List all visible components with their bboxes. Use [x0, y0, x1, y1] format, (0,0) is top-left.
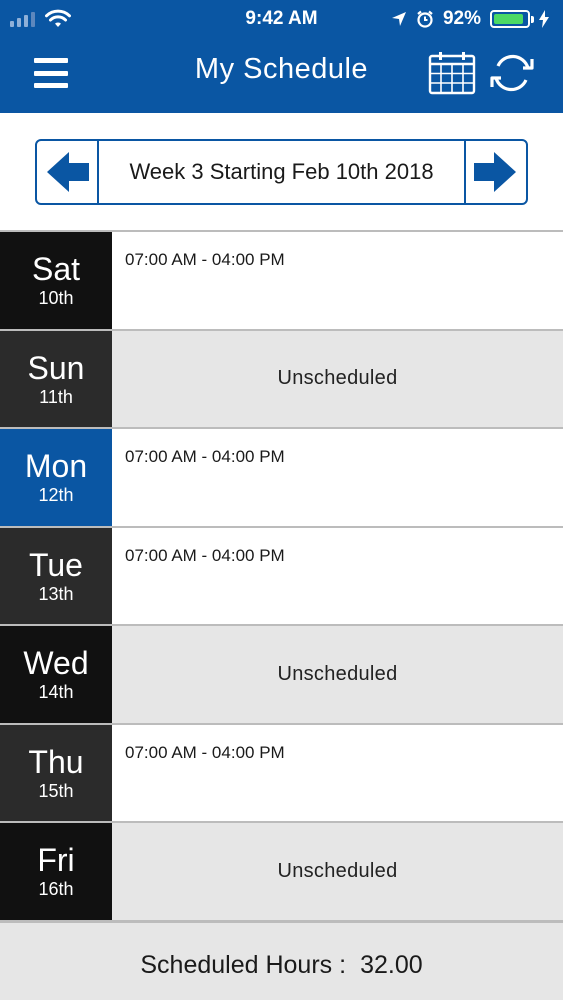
status-left: [10, 9, 190, 29]
refresh-icon[interactable]: [488, 51, 536, 95]
calendar-icon[interactable]: [428, 51, 476, 95]
previous-week-button[interactable]: [37, 140, 99, 203]
week-label: Week 3 Starting Feb 10th 2018: [129, 158, 434, 184]
day-date: 10th: [38, 288, 74, 309]
battery-percent: 92%: [442, 8, 481, 29]
day-row-mon[interactable]: Mon 12th 07:00 AM - 04:00 PM: [0, 429, 563, 528]
unscheduled-label: Unscheduled: [277, 662, 398, 685]
shift-cell: Unscheduled: [112, 330, 563, 427]
charging-bolt-icon: [539, 10, 549, 28]
app-header: My Schedule: [0, 38, 563, 113]
scheduled-hours-value: 32.00: [360, 950, 423, 979]
arrow-right-icon: [474, 151, 516, 192]
signal-icon: [10, 11, 35, 27]
day-name: Mon: [24, 448, 88, 485]
day-date: 11th: [39, 386, 73, 407]
shift-time: 07:00 AM - 04:00 PM: [125, 250, 285, 269]
wifi-icon: [45, 9, 71, 27]
day-name: Fri: [37, 842, 75, 879]
day-cell: Fri 16th: [0, 823, 112, 920]
shift-cell: 07:00 AM - 04:00 PM: [112, 527, 563, 624]
arrow-left-icon: [47, 151, 89, 192]
day-name: Sat: [31, 251, 81, 288]
shift-time: 07:00 AM - 04:00 PM: [125, 742, 285, 762]
scheduled-hours-footer: Scheduled Hours : 32.00: [0, 921, 563, 1000]
week-selector-bar: Week 3 Starting Feb 10th 2018: [0, 113, 563, 230]
unscheduled-label: Unscheduled: [277, 367, 398, 390]
shift-cell: Unscheduled: [112, 626, 563, 723]
shift-time: 07:00 AM - 04:00 PM: [125, 447, 285, 466]
day-row-thu[interactable]: Thu 15th 07:00 AM - 04:00 PM: [0, 724, 563, 823]
day-cell: Thu 15th: [0, 724, 112, 821]
day-date: 15th: [38, 780, 74, 801]
day-date: 13th: [38, 583, 74, 604]
shift-time: 07:00 AM - 04:00 PM: [125, 545, 285, 565]
day-name: Wed: [23, 645, 89, 682]
week-navigator: Week 3 Starting Feb 10th 2018: [35, 138, 528, 205]
day-date: 14th: [38, 682, 74, 703]
day-cell: Sat 10th: [0, 232, 112, 329]
day-name: Sun: [27, 349, 85, 386]
hamburger-menu-icon[interactable]: [34, 58, 68, 88]
battery-icon: [490, 10, 534, 28]
location-arrow-icon: [391, 12, 406, 26]
day-cell-today: Mon 12th: [0, 429, 112, 526]
status-right: 92%: [391, 8, 549, 30]
battery-fill: [494, 14, 524, 24]
scheduled-hours-label: Scheduled Hours :: [140, 950, 347, 979]
day-cell: Wed 14th: [0, 626, 112, 723]
day-row-sat[interactable]: Sat 10th 07:00 AM - 04:00 PM: [0, 232, 563, 331]
day-date: 16th: [38, 879, 74, 900]
day-row-fri[interactable]: Fri 16th Unscheduled: [0, 823, 563, 922]
day-date: 12th: [38, 485, 74, 506]
schedule-list: Sat 10th 07:00 AM - 04:00 PM Sun 11th Un…: [0, 230, 563, 922]
alarm-icon: [417, 10, 433, 28]
day-row-wed[interactable]: Wed 14th Unscheduled: [0, 626, 563, 725]
shift-cell: 07:00 AM - 04:00 PM: [112, 429, 563, 526]
shift-cell: 07:00 AM - 04:00 PM: [112, 232, 563, 329]
unscheduled-label: Unscheduled: [277, 859, 398, 882]
next-week-button[interactable]: [464, 140, 526, 203]
day-row-sun[interactable]: Sun 11th Unscheduled: [0, 330, 563, 429]
day-name: Thu: [28, 743, 84, 780]
shift-cell: 07:00 AM - 04:00 PM: [112, 724, 563, 821]
top-bar: 9:42 AM 92% My Schedule: [0, 0, 563, 113]
day-name: Tue: [29, 546, 83, 583]
day-cell: Sun 11th: [0, 330, 112, 427]
page-title: My Schedule: [194, 53, 369, 85]
day-row-tue[interactable]: Tue 13th 07:00 AM - 04:00 PM: [0, 527, 563, 626]
status-bar: 9:42 AM 92%: [0, 0, 563, 38]
shift-cell: Unscheduled: [112, 823, 563, 920]
day-cell: Tue 13th: [0, 527, 112, 624]
